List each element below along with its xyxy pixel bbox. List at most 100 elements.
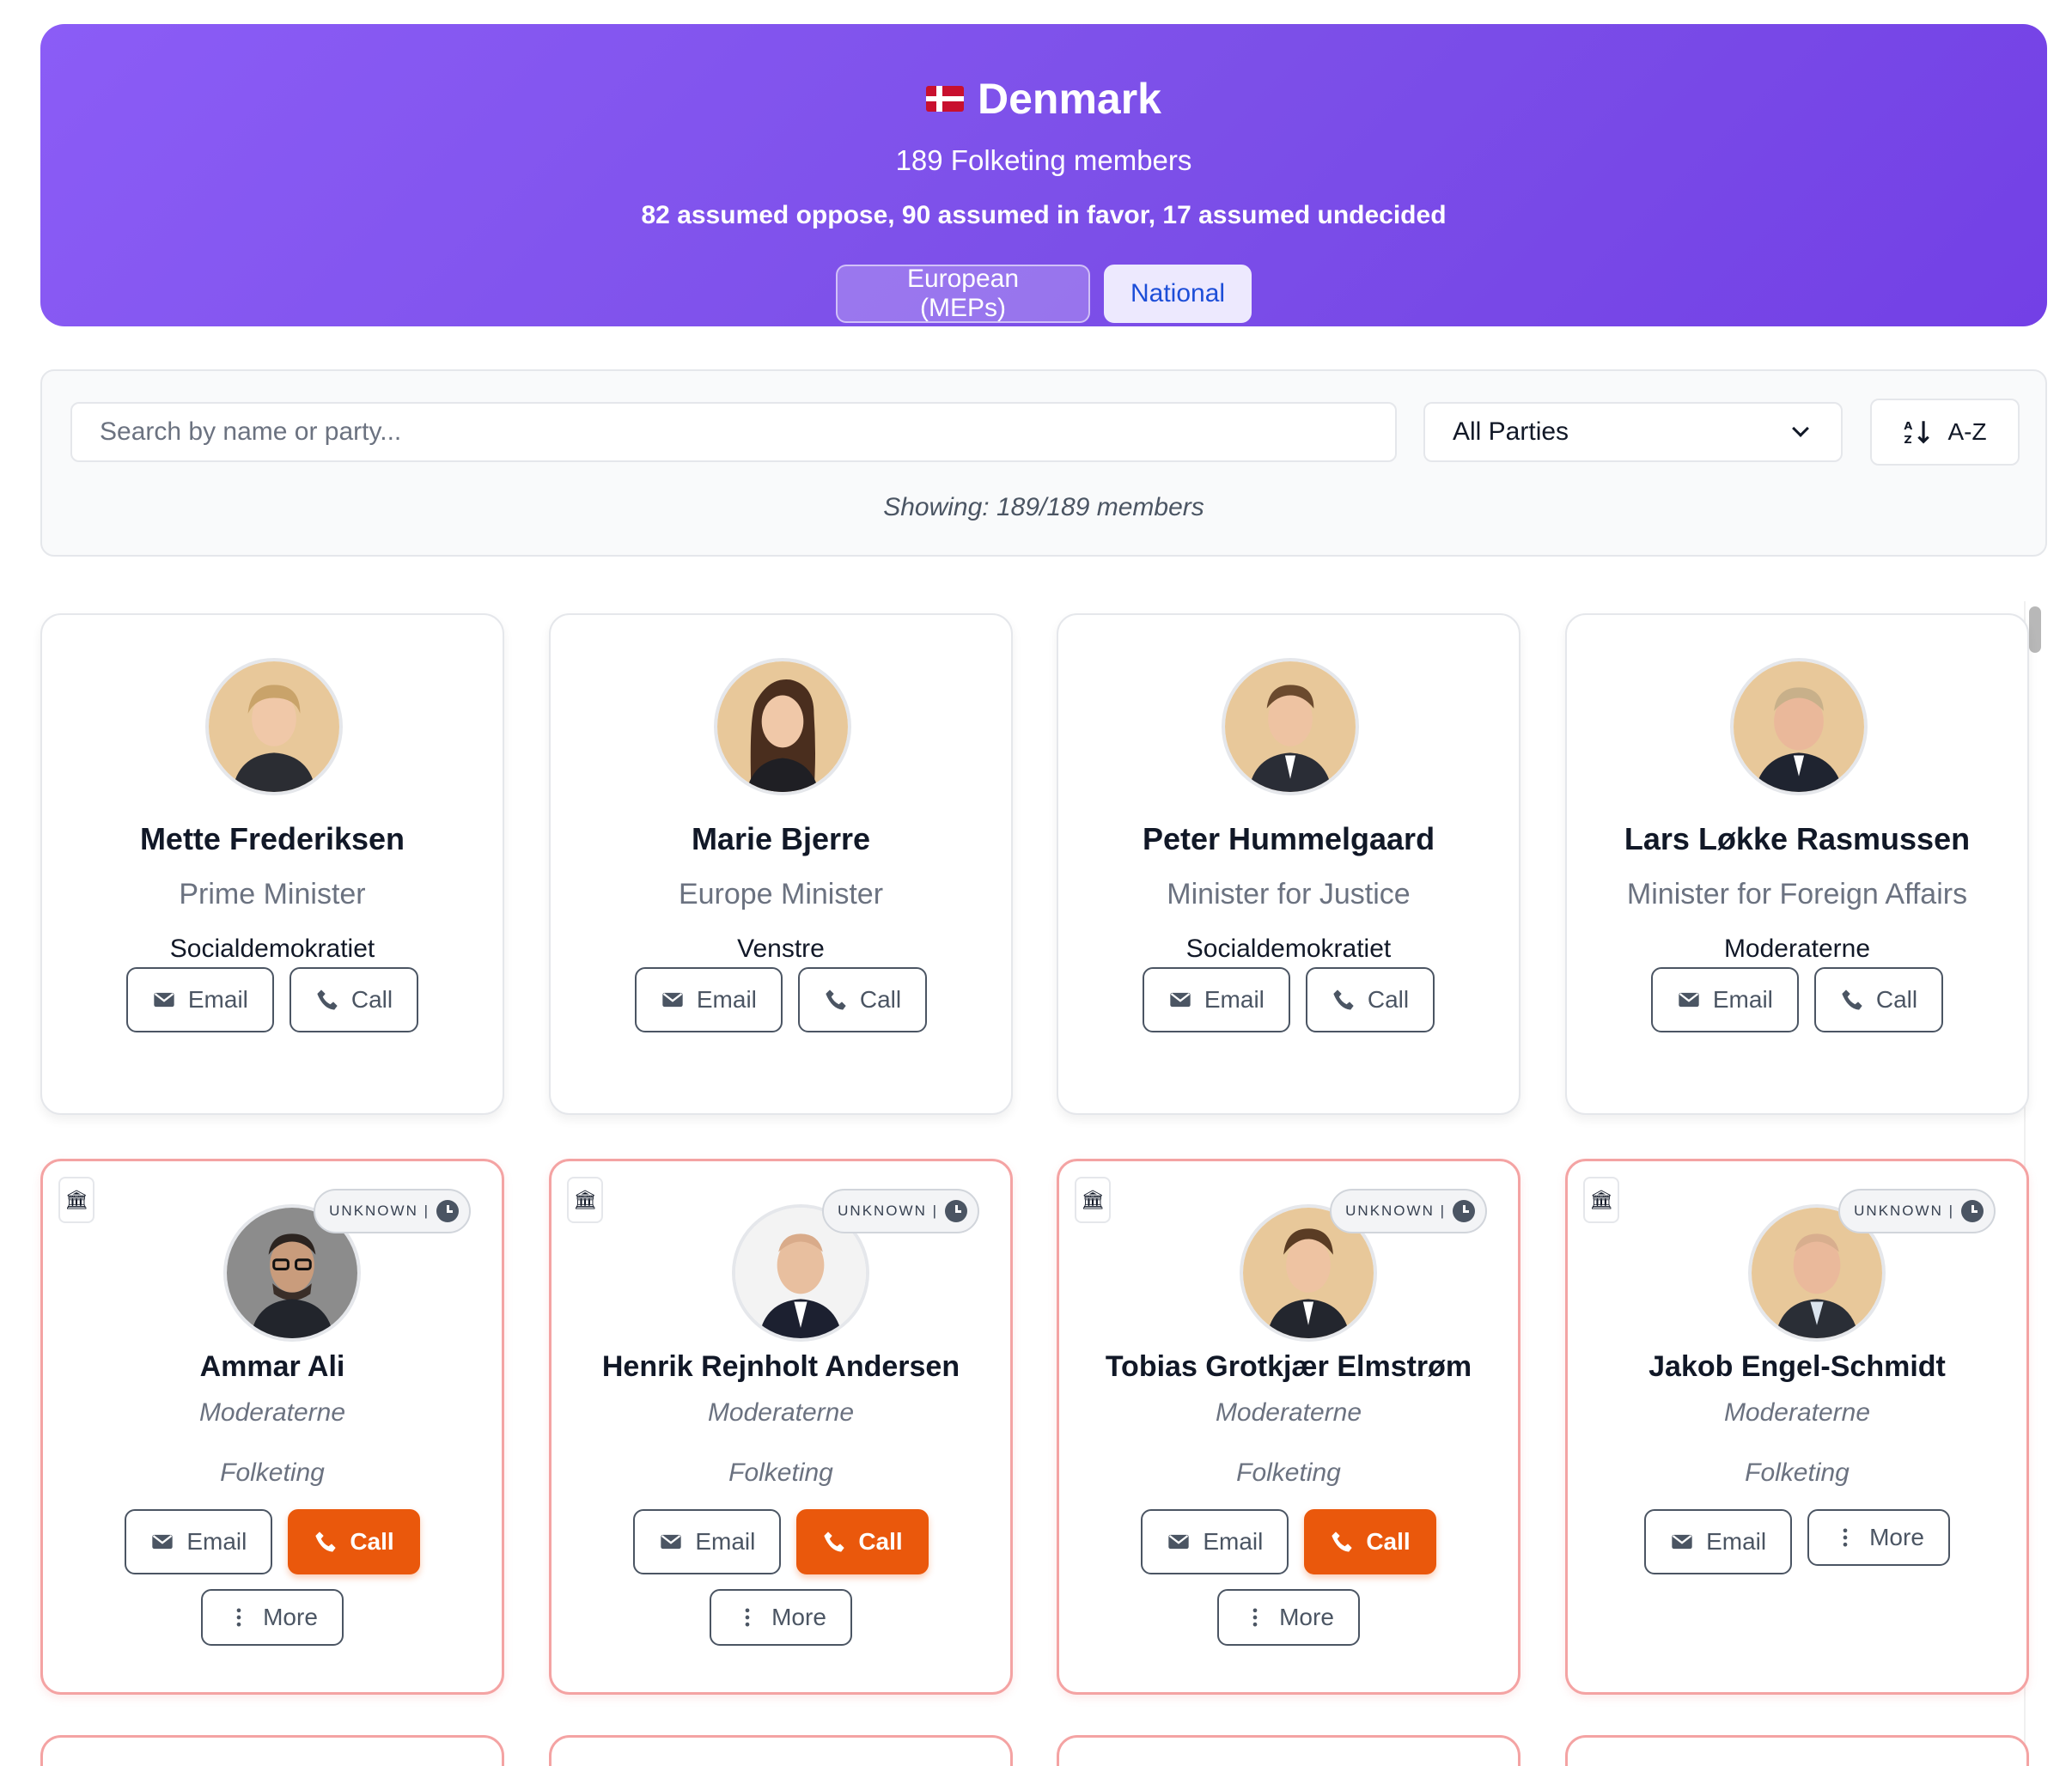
email-button[interactable]: Email (125, 967, 274, 1032)
sort-button[interactable]: A Z A-Z (1870, 399, 2020, 466)
member-role: Europe Minister (678, 878, 884, 910)
more-label: More (1869, 1524, 1924, 1550)
email-label: Email (187, 986, 248, 1013)
more-actions: More (1059, 1589, 1518, 1646)
call-label: Call (1367, 986, 1410, 1013)
member-role: Minister for Foreign Affairs (1626, 878, 1968, 910)
stance-badge[interactable]: UNKNOWN | (822, 1189, 979, 1233)
contact-actions: Email Call (1058, 967, 1519, 1032)
filter-panel: Search by name or party... All Parties A… (40, 369, 2047, 557)
member-card: 🏛 UNKNOWN | Henrik Rejnholt Andersen Mod… (549, 1159, 1013, 1695)
scope-toggle: European (MEPs) National (40, 265, 2047, 323)
email-button[interactable]: Email (633, 1509, 782, 1574)
call-label: Call (1366, 1528, 1411, 1555)
avatar (1222, 658, 1359, 795)
clock-icon (436, 1200, 459, 1222)
email-button[interactable]: Email (1142, 967, 1290, 1032)
contact-actions: Email Call (1567, 967, 2027, 1032)
more-vertical-icon (1252, 1608, 1258, 1627)
member-body: Folketing (220, 1458, 325, 1487)
call-button[interactable]: Call (1305, 967, 1435, 1032)
avatar (205, 658, 343, 795)
contact-actions: Email Call (1059, 1509, 1518, 1574)
stance-badge[interactable]: UNKNOWN | (1838, 1189, 1996, 1233)
european-meps-button[interactable]: European (MEPs) (836, 265, 1090, 323)
stance-badge[interactable]: UNKNOWN | (1330, 1189, 1487, 1233)
member-party: Moderaterne (707, 1398, 855, 1427)
phone-icon (826, 990, 846, 1010)
stance-label: UNKNOWN | (329, 1203, 430, 1219)
email-label: Email (695, 1528, 756, 1555)
more-button[interactable]: More (1807, 1509, 1950, 1566)
email-button[interactable]: Email (1650, 967, 1799, 1032)
contact-actions: Email Call (551, 967, 1011, 1032)
country-name: Denmark (978, 75, 1161, 123)
call-button[interactable]: Call (797, 967, 928, 1032)
more-vertical-icon (1843, 1528, 1848, 1547)
more-button[interactable]: More (710, 1589, 852, 1646)
stance-label: UNKNOWN | (1345, 1203, 1446, 1219)
call-button[interactable]: Call (1813, 967, 1944, 1032)
call-button[interactable]: Call (796, 1509, 929, 1574)
scrollbar-thumb[interactable] (2029, 606, 2041, 653)
member-card (1565, 1735, 2029, 1766)
member-party: Moderaterne (198, 1398, 346, 1427)
search-input[interactable]: Search by name or party... (70, 402, 1397, 462)
member-name: Henrik Rejnholt Andersen (601, 1350, 960, 1383)
parliament-building-icon: 🏛 (1075, 1177, 1111, 1223)
phone-icon (1332, 1532, 1352, 1552)
member-body: Folketing (1236, 1458, 1341, 1487)
country-header: Denmark 189 Folketing members 82 assumed… (40, 24, 2047, 326)
envelope-icon (662, 992, 683, 1008)
email-button[interactable]: Email (1141, 1509, 1289, 1574)
envelope-icon (661, 1534, 681, 1550)
party-select[interactable]: All Parties (1423, 402, 1843, 462)
svg-text:A: A (1904, 420, 1913, 433)
chevron-down-icon (1792, 420, 1809, 437)
contact-actions: Email More (1568, 1509, 2026, 1574)
denmark-flag-icon (926, 86, 964, 112)
more-button[interactable]: More (201, 1589, 344, 1646)
member-party: Socialdemokratiet (169, 935, 375, 963)
email-label: Email (1204, 986, 1265, 1013)
call-button[interactable]: Call (289, 967, 419, 1032)
sort-az-icon: A Z (1904, 420, 1930, 447)
more-label: More (771, 1604, 826, 1630)
stance-summary: 82 assumed oppose, 90 assumed in favor, … (641, 201, 1447, 229)
email-label: Email (1203, 1528, 1264, 1555)
showing-count: Showing: 189/189 members (883, 493, 1204, 521)
more-label: More (263, 1604, 318, 1630)
email-button[interactable]: Email (1644, 1509, 1793, 1574)
email-button[interactable]: Email (125, 1509, 273, 1574)
clock-icon (945, 1200, 967, 1222)
email-label: Email (1712, 986, 1773, 1013)
call-label: Call (350, 1528, 394, 1555)
member-name: Marie Bjerre (691, 821, 871, 856)
member-count: 189 Folketing members (895, 144, 1192, 176)
clock-icon (1453, 1200, 1475, 1222)
clock-icon (1961, 1200, 1984, 1222)
call-button[interactable]: Call (1304, 1509, 1436, 1574)
more-button[interactable]: More (1217, 1589, 1360, 1646)
party-select-value: All Parties (1453, 417, 1569, 446)
phone-icon (317, 990, 338, 1010)
envelope-icon (1170, 992, 1191, 1008)
more-label: More (1279, 1604, 1334, 1630)
more-actions: More (552, 1589, 1010, 1646)
national-button[interactable]: National (1104, 265, 1252, 323)
call-label: Call (858, 1528, 903, 1555)
member-card: 🏛 UNKNOWN | Ammar Ali Moderaterne Folket… (40, 1159, 504, 1695)
sort-label: A-Z (1947, 418, 1987, 445)
call-button[interactable]: Call (288, 1509, 420, 1574)
email-button[interactable]: Email (634, 967, 783, 1032)
member-name: Peter Hummelgaard (1142, 821, 1435, 856)
member-card: 🏛 UNKNOWN | Jakob Engel-Schmidt Moderate… (1565, 1159, 2029, 1695)
more-actions: More (43, 1589, 502, 1646)
email-label: Email (186, 1528, 247, 1555)
country-title: Denmark (40, 74, 2047, 124)
stance-badge[interactable]: UNKNOWN | (314, 1189, 471, 1233)
member-card: 🏛 UNKNOWN | Tobias Grotkjær Elmstrøm Mod… (1057, 1159, 1520, 1695)
avatar (714, 658, 851, 795)
stance-label: UNKNOWN | (1854, 1203, 1954, 1219)
phone-icon (1333, 990, 1354, 1010)
